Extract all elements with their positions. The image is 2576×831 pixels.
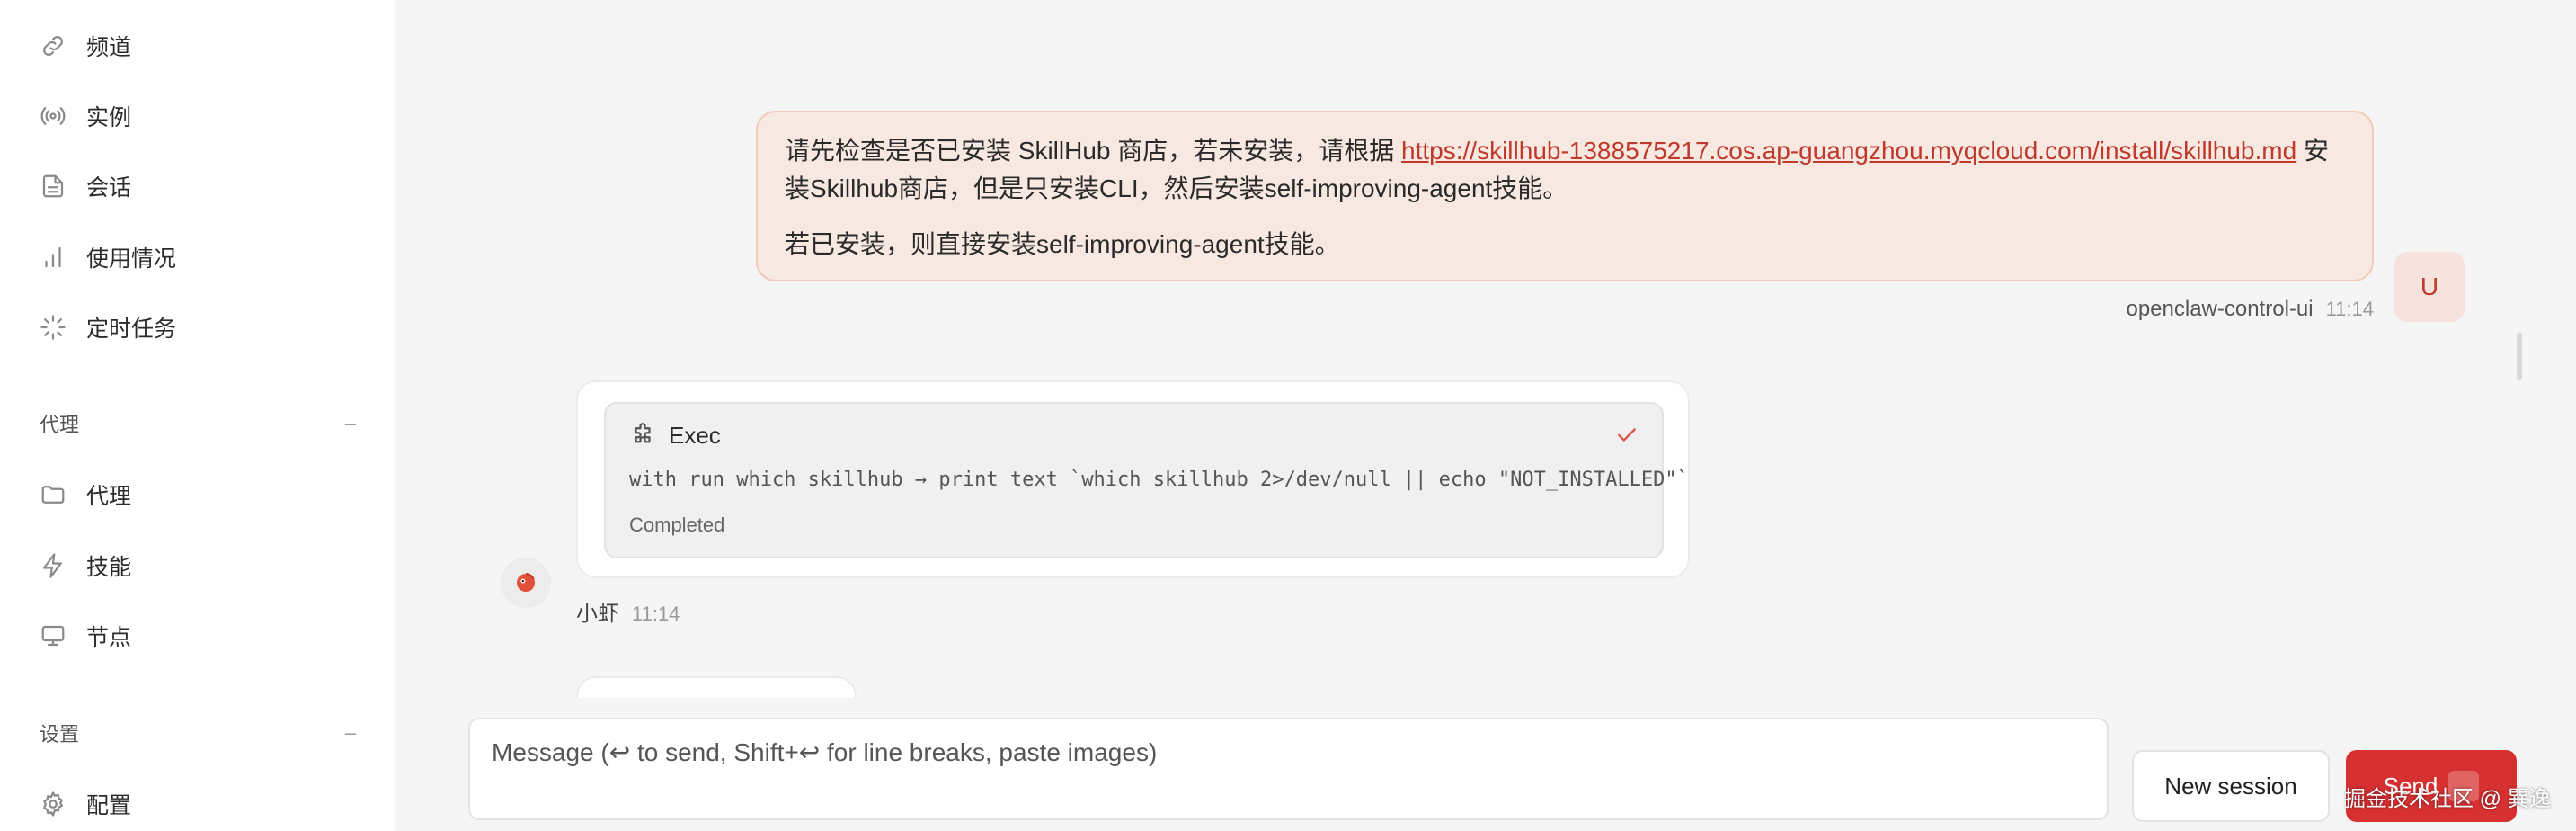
assistant-name: 小虾	[576, 602, 619, 626]
message-input[interactable]: Message (↩ to send, Shift+↩ for line bre…	[468, 718, 2109, 820]
sidebar-item-label: 配置	[86, 793, 132, 818]
tool-call-command: with run which skillhub → print text `wh…	[629, 469, 1689, 491]
section-header-settings[interactable]: 设置 –	[40, 715, 356, 751]
scrollbar-thumb[interactable]	[2517, 333, 2522, 380]
sidebar-item-label: 实例	[86, 105, 132, 130]
sidebar-item-label: 技能	[86, 555, 132, 580]
sidebar-item-label: 节点	[86, 625, 132, 650]
user-message-bubble: 请先检查是否已安装 SkillHub 商店，若未安装，请根据 https://s…	[756, 111, 2374, 281]
user-avatar: U	[2394, 252, 2465, 322]
monitor-icon	[41, 625, 65, 647]
bar-chart-icon	[45, 246, 61, 268]
section-header-agent[interactable]: 代理 –	[40, 406, 356, 442]
sidebar-item-sessions[interactable]: 会话	[40, 159, 131, 213]
sidebar-item-label: 频道	[86, 35, 132, 60]
document-icon	[42, 174, 64, 198]
tool-call-header: Exec	[629, 422, 721, 450]
new-session-button[interactable]: New session	[2132, 750, 2330, 822]
message-time: 11:14	[632, 603, 680, 625]
chat-main: 请先检查是否已安装 SkillHub 商店，若未安装，请根据 https://s…	[395, 0, 2576, 831]
section-title: 设置	[40, 723, 80, 746]
skillhub-install-link[interactable]: https://skillhub-1388575217.cos.ap-guang…	[1401, 137, 2296, 165]
tool-call-status: Completed	[629, 514, 725, 536]
sidebar-item-config[interactable]: 配置	[40, 777, 131, 831]
bolt-icon	[42, 553, 62, 578]
user-message-paragraph-2: 若已安装，则直接安装self-improving-agent技能。	[785, 230, 1340, 258]
check-icon	[1615, 424, 1639, 447]
shrimp-icon	[517, 573, 535, 592]
broadcast-icon	[40, 107, 66, 125]
message-time: 11:14	[2325, 298, 2374, 320]
collapse-icon[interactable]: –	[345, 721, 356, 745]
gear-icon	[43, 791, 63, 817]
loader-icon	[40, 315, 66, 340]
sidebar-item-label: 会话	[86, 175, 132, 201]
sidebar-item-label: 定时任务	[86, 317, 177, 342]
sidebar-item-label: 代理	[86, 484, 132, 509]
sidebar-item-cron[interactable]: 定时任务	[40, 300, 176, 354]
link-icon	[43, 36, 63, 56]
sidebar-item-agents[interactable]: 代理	[40, 468, 131, 522]
assistant-message-meta: 小虾 11:14	[576, 595, 680, 627]
sidebar-item-nodes[interactable]: 节点	[40, 609, 131, 663]
user-message-paragraph: 请先检查是否已安装 SkillHub 商店，若未安装，请根据 https://s…	[785, 132, 2345, 208]
tool-call-detail[interactable]: Exec with run which skillhub → print tex…	[604, 402, 1689, 558]
user-message-meta: openclaw-control-ui 11:14	[2126, 297, 2374, 322]
sidebar-item-instances[interactable]: 实例	[40, 89, 131, 143]
sidebar-item-skills[interactable]: 技能	[40, 539, 131, 593]
tool-call-title: Exec	[669, 422, 721, 449]
sidebar: 频道 实例 会话 使用情况 定时任务 代理 – 代理 技能 节点 设置 – 配置	[0, 0, 395, 831]
folder-icon	[41, 486, 65, 504]
sender-name: openclaw-control-ui	[2126, 297, 2314, 321]
assistant-avatar	[501, 558, 551, 608]
puzzle-icon	[635, 422, 651, 442]
tool-call-card: Exec with run which skillhub → print tex…	[576, 380, 1690, 578]
collapse-icon[interactable]: –	[345, 412, 356, 435]
section-title: 代理	[40, 414, 80, 436]
watermark: 掘金技术社区 @ 巽逸	[2344, 787, 2551, 811]
sidebar-item-usage[interactable]: 使用情况	[40, 230, 176, 284]
sidebar-item-label: 使用情况	[86, 246, 177, 272]
message-text: 请先检查是否已安装 SkillHub 商店，若未安装，请根据	[785, 137, 1402, 165]
sidebar-item-channels[interactable]: 频道	[40, 19, 131, 73]
